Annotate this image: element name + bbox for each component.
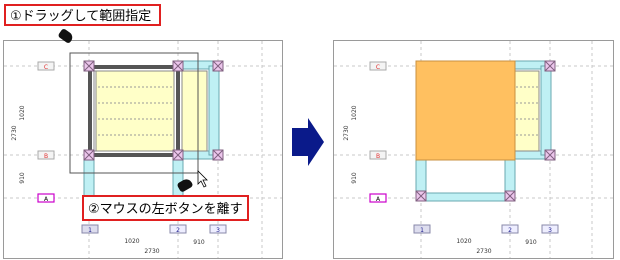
dim-ab: 910 — [351, 172, 358, 184]
step2-callout: ②マウスの左ボタンを離す — [82, 195, 249, 221]
dim-bc: 1020 — [19, 105, 26, 120]
row-label-c: C — [376, 64, 380, 71]
floor-panel — [95, 70, 175, 152]
row-label-b: B — [44, 153, 48, 160]
dim-12: 1020 — [456, 238, 471, 245]
dim-total-horizontal: 2730 — [144, 248, 159, 255]
dim-total-vertical: 2730 — [11, 125, 18, 140]
col-label-1: 1 — [420, 227, 424, 234]
row-label-b: B — [376, 153, 380, 160]
mouse-cursor-icon — [197, 170, 208, 188]
row-label-c: C — [44, 64, 48, 71]
dim-ab: 910 — [19, 172, 26, 184]
dim-total-vertical: 2730 — [343, 125, 350, 140]
plan-canvas-after[interactable]: C B A 1020 2730 910 1 2 3 1020 910 2730 — [334, 41, 613, 258]
col-label-3: 3 — [548, 227, 552, 234]
col-label-1: 1 — [88, 227, 92, 234]
dim-bc: 1020 — [351, 105, 358, 120]
arrow-right-icon — [292, 118, 324, 166]
dim-12: 1020 — [124, 238, 139, 245]
plan-canvas-before[interactable]: C B A 1020 2730 910 1 2 3 1020 910 2730 — [4, 41, 282, 258]
plan-view-after[interactable]: C B A 1020 2730 910 1 2 3 1020 910 2730 — [333, 40, 614, 259]
plan-view-before[interactable]: C B A 1020 2730 910 1 2 3 1020 910 2730 — [3, 40, 283, 259]
dim-23: 910 — [525, 239, 537, 246]
col-label-2: 2 — [176, 227, 180, 234]
dim-total-horizontal: 2730 — [476, 248, 491, 255]
col-label-3: 3 — [216, 227, 220, 234]
col-label-2: 2 — [508, 227, 512, 234]
floor-panel-right — [181, 70, 208, 152]
floor-panel-right — [513, 70, 540, 152]
step1-callout: ①ドラッグして範囲指定 — [4, 4, 161, 26]
dim-23: 910 — [193, 239, 205, 246]
selected-region — [415, 60, 516, 161]
